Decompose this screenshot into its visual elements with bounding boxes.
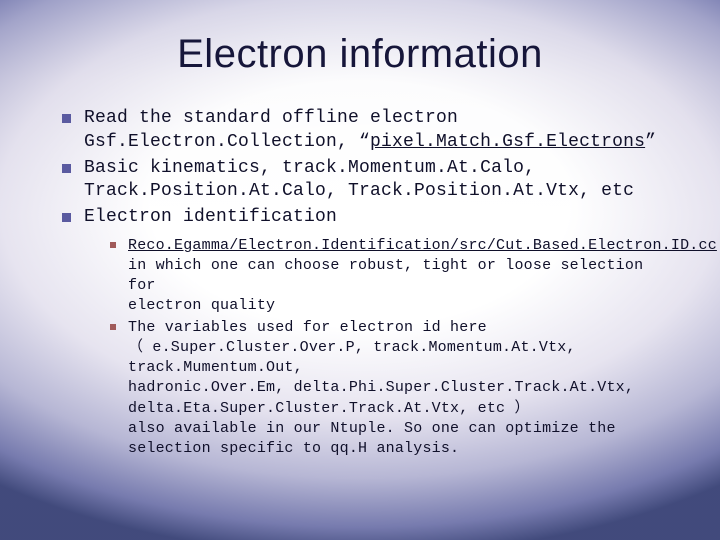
- slide-title: Electron information: [56, 32, 664, 77]
- sub-text: electron quality: [128, 296, 664, 316]
- sub-text: also available in our Ntuple. So one can…: [128, 419, 664, 439]
- bullet-kinematics: Basic kinematics, track.Momentum.At.Calo…: [62, 157, 664, 205]
- sub-text: in which one can choose robust, tight or…: [128, 256, 664, 296]
- sub-text: The variables used for electron id here: [128, 319, 487, 336]
- sub-text: hadronic.Over.Em, delta.Phi.Super.Cluste…: [128, 378, 664, 398]
- bullet-text: Basic kinematics, track.Momentum.At.Calo…: [84, 158, 535, 178]
- bullet-text: Track.Position.At.Calo, Track.Position.A…: [84, 181, 634, 201]
- paren-open: （: [128, 339, 152, 356]
- sub-text: delta.Eta.Super.Cluster.Track.At.Vtx, et…: [128, 399, 664, 419]
- bullet-text: Read the standard offline electron: [84, 108, 458, 128]
- bullet-electron-id: Electron identification Reco.Egamma/Elec…: [62, 206, 664, 459]
- sub-bullet-reco: Reco.Egamma/Electron.Identification/src/…: [110, 236, 664, 316]
- sub-bullet-variables: The variables used for electron id here …: [110, 318, 664, 459]
- link-reco-egamma: Reco.Egamma/Electron.Identification/src/…: [128, 237, 717, 254]
- bullet-text: Gsf.Electron.Collection, “: [84, 132, 370, 152]
- link-pixelmatch: pixel.Match.Gsf.Electrons: [370, 132, 645, 152]
- sub-text: selection specific to qq.H analysis.: [128, 439, 664, 459]
- sub-text: e.Super.Cluster.Over.P, track.Momentum.A…: [128, 339, 576, 376]
- bullet-list: Read the standard offline electron Gsf.E…: [56, 107, 664, 459]
- bullet-read-standard: Read the standard offline electron Gsf.E…: [62, 107, 664, 155]
- sub-text: （ e.Super.Cluster.Over.P, track.Momentum…: [128, 338, 664, 378]
- sub-bullet-list: Reco.Egamma/Electron.Identification/src/…: [84, 236, 664, 459]
- slide: Electron information Read the standard o…: [0, 0, 720, 540]
- bullet-text: Electron identification: [84, 207, 337, 227]
- bullet-text: ”: [645, 132, 656, 152]
